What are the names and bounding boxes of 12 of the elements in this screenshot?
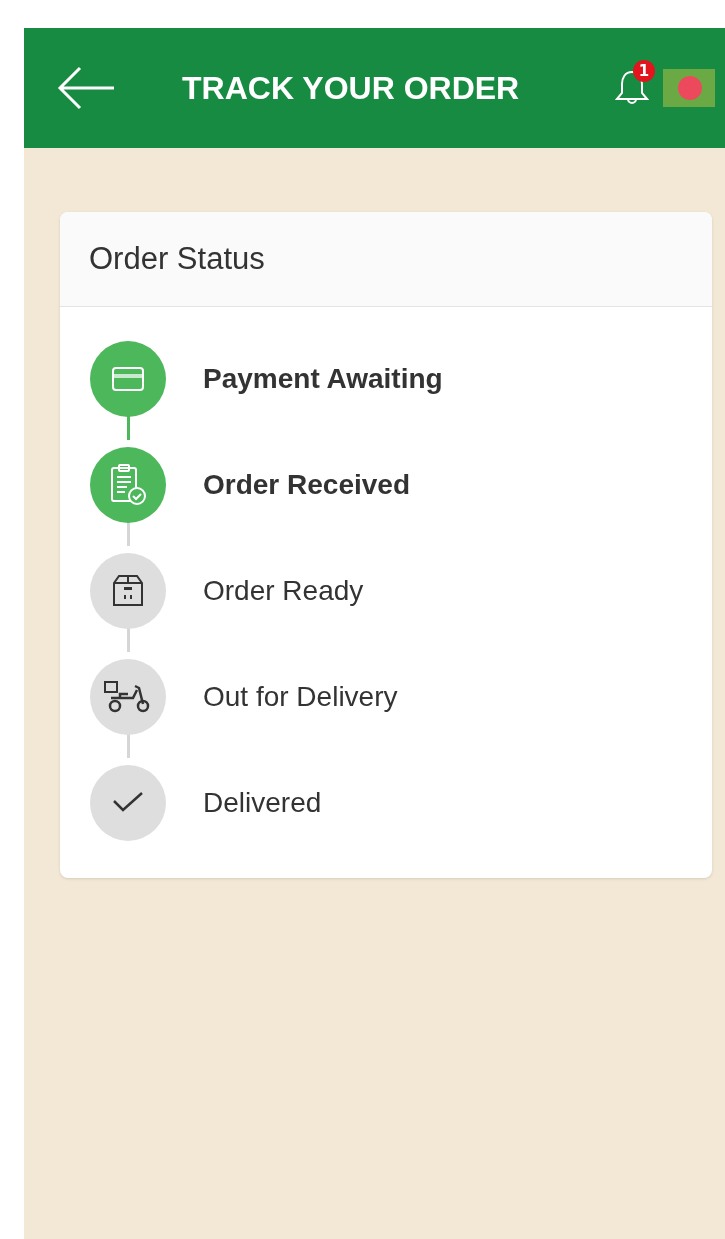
- notification-badge: 1: [633, 60, 655, 82]
- step-label: Payment Awaiting: [203, 363, 443, 395]
- page-title: TRACK YOUR ORDER: [182, 69, 521, 107]
- step-label: Order Ready: [203, 575, 364, 607]
- card-icon: [111, 366, 145, 392]
- back-arrow-icon[interactable]: [56, 66, 116, 110]
- step-label: Delivered: [203, 787, 322, 819]
- card-title: Order Status: [60, 212, 712, 307]
- step-label: Out for Delivery: [203, 681, 398, 713]
- box-icon: [110, 573, 146, 609]
- step-label: Order Received: [203, 469, 410, 501]
- clipboard-icon: [109, 463, 147, 507]
